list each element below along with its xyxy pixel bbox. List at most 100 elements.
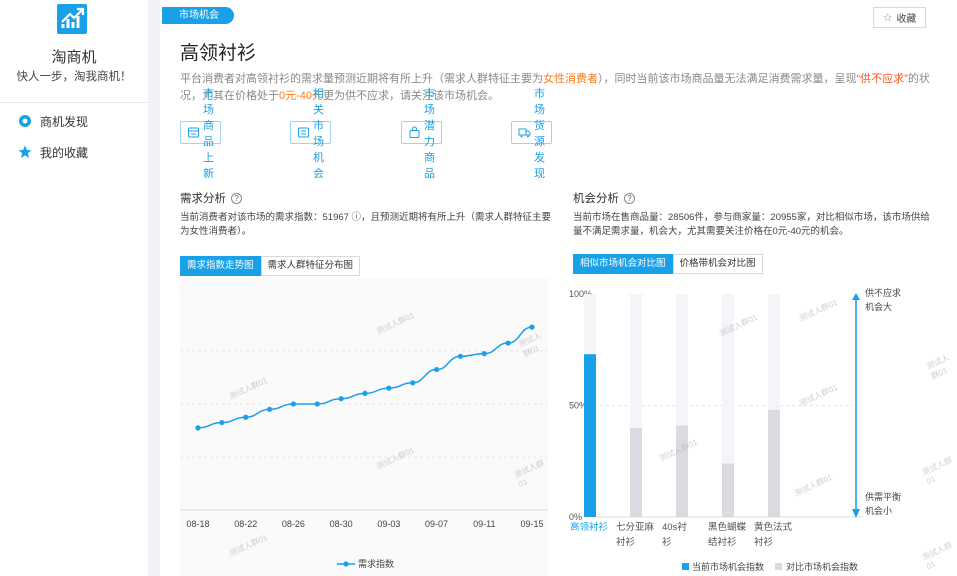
bar-compare	[722, 463, 734, 517]
demand-trend-chart: 08-18 08-22 08-26 08-30 09-03 09-07 09-11 09-15…	[180, 278, 548, 576]
main-content: 市场机会 ☆ 收藏 高领衬衫 平台消费者对高领衬衫的需求量预测近期将有所上升（需…	[160, 0, 957, 576]
opportunity-bar-chart: 0% 50% 100% 高领衬衫 七分亚麻 衬衫 40s衬衫黑色蝴蝶 结衬衫 黄色法式 衬衫 供不应…	[568, 280, 957, 576]
desc-text: ），同时当前该市场商品量无法满足消费需求量，呈现	[598, 73, 857, 85]
data-point	[433, 366, 440, 373]
x-tick-label: 08-26	[282, 519, 305, 529]
app-name: 淘商机	[51, 49, 97, 66]
data-point	[529, 324, 535, 330]
demand-line-chart-svg: 08-18 08-22 08-26 08-30 09-03 09-07 09-11 09-15…	[180, 324, 548, 569]
sidebar-item-label: 商机发现	[40, 114, 89, 129]
x-tick-label: 09-07	[425, 519, 448, 529]
tab-demand-trend[interactable]: 需求指数走势图	[180, 256, 261, 276]
data-point	[505, 340, 511, 346]
right-axis-top-label: 机会大	[865, 301, 892, 312]
help-icon[interactable]: ?	[231, 192, 242, 204]
right-axis-top-label: 供不应求	[865, 287, 901, 298]
sidebar-divider	[0, 102, 148, 103]
x-category-label: 衬衫	[754, 536, 774, 548]
sidebar-item-favorites[interactable]: 我的收藏	[18, 142, 88, 162]
favorite-button[interactable]: ☆ 收藏	[873, 7, 926, 28]
legend-swatch-compare	[775, 563, 782, 570]
star-icon	[18, 145, 32, 159]
favorite-label: 收藏	[896, 14, 917, 25]
legend-swatch-current	[682, 563, 689, 570]
legend-label: 需求指数	[358, 558, 394, 569]
x-category-label: 结衬衫	[708, 536, 737, 548]
x-category-label: 40s衬	[662, 521, 687, 533]
app-logo-icon	[57, 4, 87, 34]
x-category-label: 衫	[662, 537, 672, 548]
bar-compare	[768, 409, 780, 517]
desc-highlight-status: “供不应求”	[856, 73, 908, 85]
right-axis-bottom-label: 供需平衡	[865, 491, 901, 502]
potential-products-button[interactable]: 市场潜力商品	[401, 88, 442, 180]
data-point	[362, 390, 368, 396]
demand-analysis-title: 需求分析 ?	[180, 190, 242, 206]
legend-label-current: 当前市场机会指数	[692, 561, 764, 572]
demand-title-text: 需求分析	[180, 193, 226, 205]
help-icon[interactable]: ?	[624, 192, 635, 204]
opportunity-description: 当前市场在售商品量：28506件，参与商家量：20955家，对比相似市场，该市场…	[573, 212, 930, 237]
data-point	[290, 401, 297, 407]
data-point	[386, 385, 392, 391]
opportunity-analysis-title: 机会分析 ?	[573, 190, 635, 206]
x-category-label: 高领衬衫	[570, 521, 609, 533]
bar-current	[584, 354, 596, 517]
x-category-label: 黄色法式	[754, 521, 793, 533]
demand-description: 当前消费者对该市场的需求指数：51967 ⓘ，且预测近期将有所上升（需求人群特征…	[180, 212, 552, 237]
shop-icon	[187, 126, 200, 139]
tool-label: 市场货源发现	[534, 87, 545, 180]
legend-marker	[343, 561, 349, 567]
data-point	[195, 425, 201, 431]
demand-tabs: 需求指数走势图 需求人群特征分布图	[180, 256, 361, 276]
x-category-label: 衬衫	[616, 536, 636, 548]
x-tick-label: 08-18	[186, 519, 209, 529]
sidebar-item-label: 我的收藏	[40, 145, 89, 160]
data-point	[338, 396, 344, 402]
x-category-label: 黑色蝴蝶	[708, 521, 747, 533]
x-tick-label: 08-30	[330, 519, 353, 529]
opportunity-title-text: 机会分析	[573, 193, 619, 205]
tool-label: 相关市场机会	[313, 87, 324, 180]
tool-label: 市场潜力商品	[424, 87, 435, 180]
tool-label: 市场商品上新	[203, 87, 214, 180]
bar-compare	[676, 425, 688, 517]
right-axis-bottom-label: 机会小	[865, 505, 892, 516]
supply-discovery-button[interactable]: 市场货源发现	[511, 88, 552, 180]
page-title: 高领衬衫	[180, 43, 257, 64]
opportunity-tabs: 相似市场机会对比图 价格带机会对比图	[573, 254, 763, 274]
new-products-button[interactable]: 市场商品上新	[180, 88, 221, 180]
desc-text: 更为供不应求，请关注该市场机会。	[323, 90, 500, 102]
desc-highlight-audience: 女性消费者	[543, 73, 598, 85]
desc-text: 平台消费者对高领衬衫的需求量预测近期将有所上升（需求人群特征主要为	[180, 73, 543, 85]
data-point	[314, 401, 320, 407]
data-point	[219, 419, 225, 426]
bar-compare	[630, 427, 642, 517]
x-tick-label: 08-22	[234, 519, 257, 529]
x-tick-label: 09-03	[377, 519, 400, 529]
sidebar: 淘商机 快人一步，淘我商机！ 商机发现 我的收藏	[0, 0, 148, 576]
tab-price-band[interactable]: 价格带机会对比图	[672, 254, 763, 274]
list-icon	[297, 126, 310, 139]
x-tick-label: 09-11	[473, 519, 495, 529]
demand-series-line	[197, 326, 533, 429]
data-point	[266, 406, 273, 412]
data-point	[481, 351, 487, 357]
market-opportunity-tag: 市场机会	[162, 7, 234, 24]
opportunity-bar-chart-svg: 0%50%100%高领衬衫 七分亚麻衬衫40s衬衫黑色蝴蝶结衬衫黄色法式衬衫供不应…	[569, 287, 901, 572]
truck-icon	[518, 126, 531, 139]
discover-icon	[18, 114, 32, 128]
app-slogan: 快人一步，淘我商机！	[16, 71, 132, 83]
tab-demand-audience[interactable]: 需求人群特征分布图	[260, 256, 361, 276]
related-opportunities-button[interactable]: 相关市场机会	[290, 88, 331, 180]
y-tick-label: 0%	[569, 512, 582, 522]
data-point	[243, 414, 249, 420]
x-category-label: 七分亚麻	[616, 521, 655, 533]
legend-label-compare: 对比市场机会指数	[786, 561, 858, 572]
tab-similar-market[interactable]: 相似市场机会对比图	[573, 254, 673, 274]
x-tick-label: 09-15	[520, 519, 543, 529]
data-point	[457, 353, 464, 359]
sidebar-item-discover[interactable]: 商机发现	[18, 111, 88, 131]
data-point	[410, 380, 416, 386]
star-outline-icon: ☆	[882, 12, 893, 24]
